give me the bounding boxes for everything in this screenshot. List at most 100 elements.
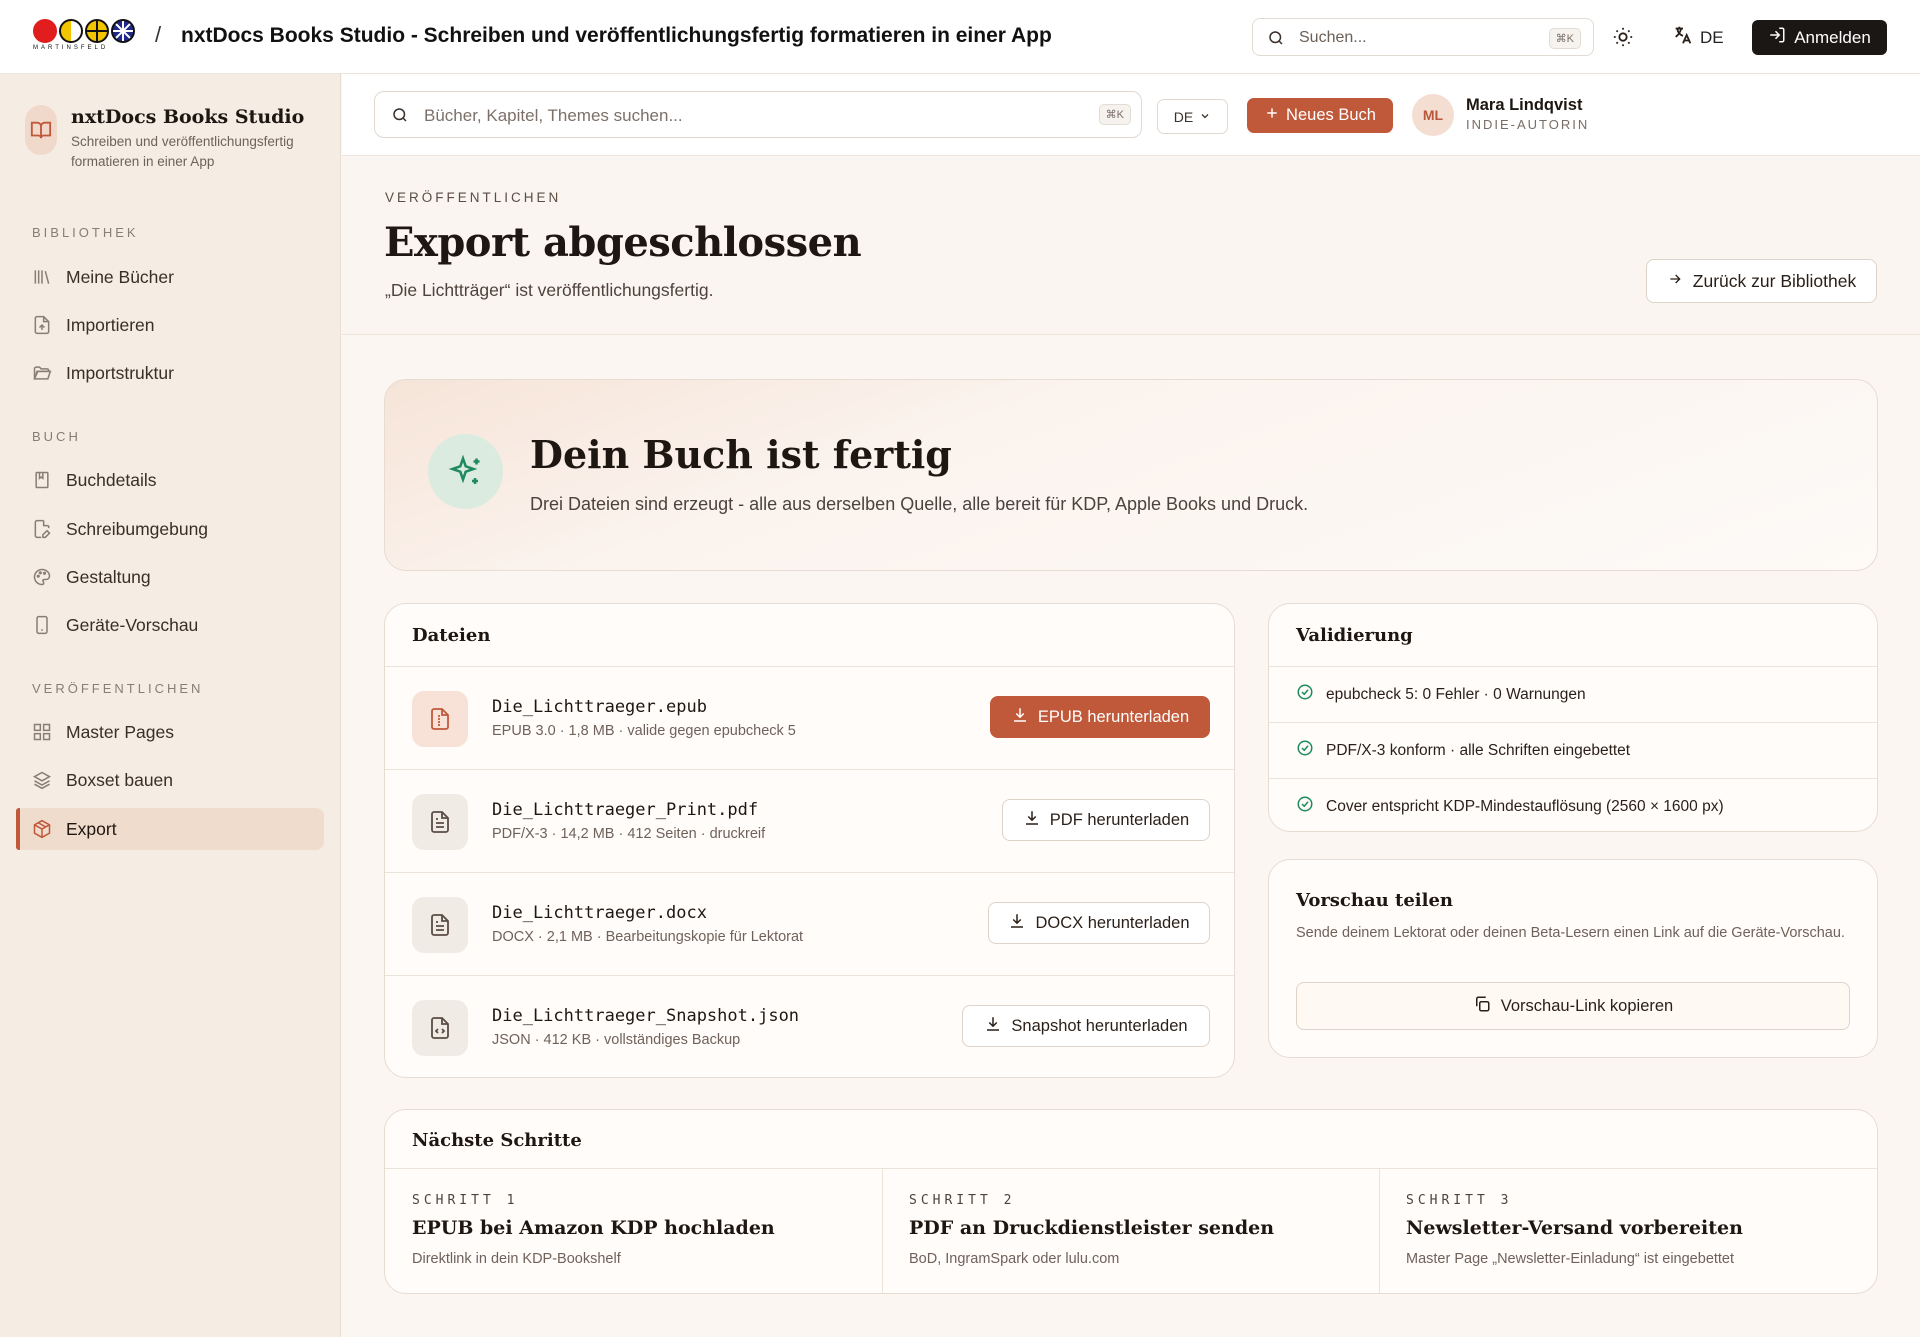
login-label: Anmelden: [1794, 27, 1871, 47]
share-preview-card: Vorschau teilen Sende deinem Lektorat od…: [1268, 859, 1878, 1058]
hero-title: Dein Buch ist fertig: [530, 432, 952, 477]
file-code-icon: [412, 1000, 468, 1056]
brand-name: nxtDocs Books Studio: [71, 106, 305, 128]
sidebar-item-label: Schreibumgebung: [66, 518, 209, 539]
sidebar-item-gestaltung[interactable]: Gestaltung: [16, 556, 324, 598]
page-eyebrow: VERÖFFENTLICHEN: [385, 190, 562, 205]
copy-preview-link-button[interactable]: Vorschau-Link kopieren: [1296, 982, 1850, 1030]
file-text-icon: [412, 897, 468, 953]
file-name: Die_Lichttraeger.docx: [492, 903, 707, 923]
validation-card: Validierung epubcheck 5: 0 Fehler · 0 Wa…: [1268, 603, 1878, 832]
download-snapshot-button[interactable]: Snapshot herunterladen: [962, 1005, 1210, 1047]
share-description: Sende deinem Lektorat oder deinen Beta-L…: [1296, 925, 1845, 941]
login-button[interactable]: Anmelden: [1752, 20, 1887, 55]
log-in-icon: [1768, 26, 1786, 49]
file-meta: EPUB 3.0 · 1,8 MB · valide gegen epubche…: [492, 723, 796, 739]
validation-text: Cover entspricht KDP-Mindestauflösung (2…: [1326, 797, 1724, 815]
file-name: Die_Lichttraeger_Snapshot.json: [492, 1006, 800, 1026]
file-import-icon: [32, 315, 52, 335]
check-circle-icon: [1296, 795, 1314, 818]
files-card: Dateien Die_Lichttraeger.epub EPUB 3.0 ·…: [384, 603, 1235, 1078]
language-value: DE: [1173, 108, 1194, 125]
sidebar-item-schreibumgebung[interactable]: Schreibumgebung: [16, 508, 324, 550]
step-title: EPUB bei Amazon KDP hochladen: [412, 1217, 775, 1239]
step-item[interactable]: SCHRITT 1 EPUB bei Amazon KDP hochladen …: [385, 1169, 882, 1293]
main-toolbar: Bücher, Kapitel, Themes suchen... ⌘K DE …: [342, 74, 1920, 156]
step-description: Direktlink in dein KDP-Bookshelf: [412, 1251, 621, 1267]
language-button[interactable]: DE: [1672, 24, 1724, 51]
file-row-docx: Die_Lichttraeger.docx DOCX · 2,1 MB · Be…: [385, 873, 1234, 975]
grid-icon: [32, 722, 52, 742]
download-docx-button[interactable]: DOCX herunterladen: [988, 902, 1210, 944]
sidebar-item-label: Meine Bücher: [66, 266, 174, 287]
sidebar-item-meine-buecher[interactable]: Meine Bücher: [16, 256, 324, 298]
new-book-button[interactable]: Neues Buch: [1247, 98, 1393, 133]
files-title: Dateien: [412, 625, 491, 646]
file-meta: JSON · 412 KB · vollständiges Backup: [492, 1032, 741, 1048]
brand-subtitle: Schreiben und veröffentlichungsfertig fo…: [71, 134, 294, 169]
martinsfeld-logo[interactable]: MARTINSFELD: [33, 19, 138, 55]
library-search-input[interactable]: Bücher, Kapitel, Themes suchen... ⌘K: [374, 91, 1142, 138]
step-label: SCHRITT 1: [412, 1193, 519, 1208]
copy-icon: [1473, 995, 1491, 1018]
sidebar-item-boxset-bauen[interactable]: Boxset bauen: [16, 759, 324, 801]
download-icon: [1023, 809, 1041, 832]
sidebar-item-label: Boxset bauen: [66, 769, 174, 790]
sidebar-item-geraete-vorschau[interactable]: Geräte-Vorschau: [16, 604, 324, 646]
download-label: Snapshot herunterladen: [1011, 1016, 1188, 1035]
avatar[interactable]: ML: [1412, 94, 1454, 136]
book-icon: [32, 470, 52, 490]
app-title: nxtDocs Books Studio - Schreiben und ver…: [181, 24, 1052, 47]
arrow-right-icon: [1667, 271, 1683, 292]
sidebar: nxtDocs Books Studio Schreiben und veröf…: [0, 74, 341, 1337]
step-label: SCHRITT 2: [909, 1193, 1016, 1208]
check-circle-icon: [1296, 683, 1314, 706]
file-row-pdf: Die_Lichttraeger_Print.pdf PDF/X-3 · 14,…: [385, 770, 1234, 872]
file-row-json: Die_Lichttraeger_Snapshot.json JSON · 41…: [385, 976, 1234, 1077]
search-shortcut: ⌘K: [1548, 28, 1581, 49]
sidebar-item-importstruktur[interactable]: Importstruktur: [16, 352, 324, 394]
search-icon: [391, 106, 409, 129]
page-title: Export abgeschlossen: [384, 219, 862, 266]
translate-icon: [1672, 24, 1694, 51]
breadcrumb-separator: /: [155, 22, 162, 47]
folder-open-icon: [32, 363, 52, 383]
layers-icon: [32, 770, 52, 790]
hero-subtitle: Drei Dateien sind erzeugt - alle aus der…: [530, 494, 1309, 514]
logo-wordmark: MARTINSFELD: [33, 45, 109, 51]
download-label: PDF herunterladen: [1049, 810, 1190, 829]
file-pen-icon: [32, 519, 52, 539]
sidebar-item-importieren[interactable]: Importieren: [16, 304, 324, 346]
success-banner: Dein Buch ist fertig Drei Dateien sind e…: [384, 379, 1878, 571]
sidebar-item-label: Importstruktur: [66, 362, 174, 383]
theme-toggle-button[interactable]: [1612, 26, 1636, 50]
back-to-library-button[interactable]: Zurück zur Bibliothek: [1646, 259, 1877, 303]
step-item[interactable]: SCHRITT 3 Newsletter-Versand vorbereiten…: [1379, 1169, 1876, 1293]
page-header: VERÖFFENTLICHEN Export abgeschlossen „Di…: [342, 157, 1920, 335]
file-row-epub: Die_Lichttraeger.epub EPUB 3.0 · 1,8 MB …: [385, 667, 1234, 769]
step-title: Newsletter-Versand vorbereiten: [1406, 1217, 1743, 1239]
smartphone-icon: [32, 615, 52, 635]
step-item[interactable]: SCHRITT 2 PDF an Druckdienstleister send…: [882, 1169, 1379, 1293]
sidebar-item-export[interactable]: Export: [16, 808, 324, 850]
section-label-veroeffentlichen: VERÖFFENTLICHEN: [32, 681, 204, 696]
validation-title: Validierung: [1296, 625, 1413, 646]
language-select[interactable]: DE: [1157, 99, 1228, 134]
next-steps-card: Nächste Schritte SCHRITT 1 EPUB bei Amaz…: [384, 1109, 1878, 1294]
sidebar-item-buchdetails[interactable]: Buchdetails: [16, 459, 324, 501]
download-icon: [1008, 912, 1026, 935]
download-label: DOCX herunterladen: [1035, 913, 1190, 932]
file-meta: PDF/X-3 · 14,2 MB · 412 Seiten · druckre…: [492, 826, 766, 842]
user-role: INDIE-AUTORIN: [1466, 117, 1590, 132]
download-pdf-button[interactable]: PDF herunterladen: [1002, 799, 1210, 841]
check-circle-icon: [1296, 739, 1314, 762]
new-book-label: Neues Buch: [1286, 106, 1376, 124]
sidebar-item-label: Export: [66, 818, 117, 839]
step-label: SCHRITT 3: [1406, 1193, 1513, 1208]
step-title: PDF an Druckdienstleister senden: [909, 1217, 1275, 1239]
chevron-down-icon: [1199, 109, 1211, 125]
page-subtitle: „Die Lichtträger“ ist veröffentlichungsf…: [385, 280, 714, 300]
sidebar-item-master-pages[interactable]: Master Pages: [16, 711, 324, 753]
download-epub-button[interactable]: EPUB herunterladen: [990, 696, 1210, 738]
global-search[interactable]: Suchen... ⌘K: [1252, 18, 1594, 56]
